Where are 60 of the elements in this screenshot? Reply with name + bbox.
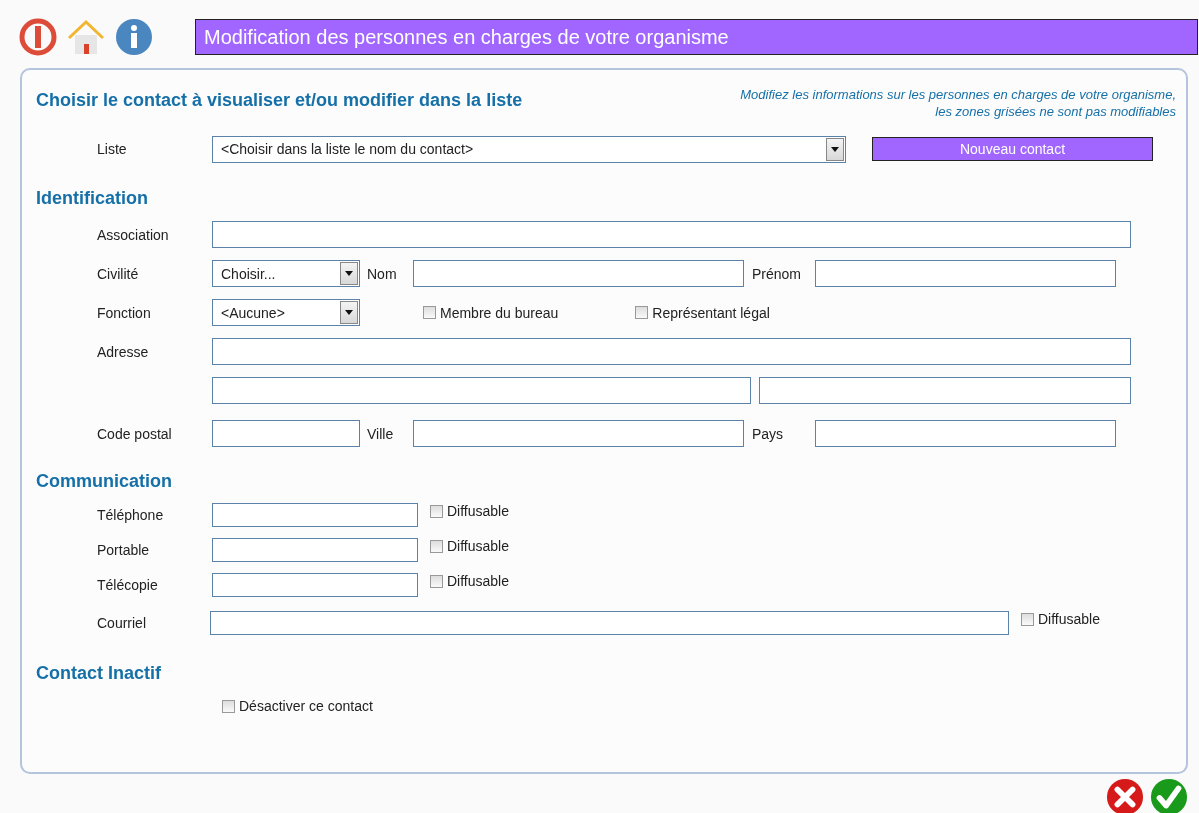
contact-select[interactable]: <Choisir dans la liste le nom du contact> (212, 135, 846, 163)
checkbox[interactable] (430, 574, 443, 588)
field-label: Téléphone (97, 507, 165, 523)
field-label: Adresse (97, 343, 150, 360)
info-icon[interactable] (114, 17, 154, 57)
dropdown-caret-icon (340, 301, 358, 324)
field-label: Code postal (97, 425, 173, 442)
page-title: Modification des personnes en charges de votre organisme (195, 19, 1198, 55)
input-field[interactable] (212, 538, 418, 562)
checkbox-label: Représentant légal (652, 304, 770, 321)
confirm-icon[interactable] (1150, 778, 1188, 813)
checkbox[interactable] (222, 699, 235, 713)
checkbox-label: Désactiver ce contact (239, 698, 373, 714)
field-label: Nom (366, 265, 398, 282)
function-select[interactable]: <Aucune> (212, 299, 360, 326)
checkbox-label: Diffusable (447, 503, 509, 519)
checkbox-label: Diffusable (447, 538, 509, 554)
checkbox[interactable] (635, 306, 649, 319)
checkbox[interactable] (1021, 612, 1034, 626)
field-label: Portable (97, 542, 151, 558)
input-field[interactable] (212, 573, 418, 597)
checkbox[interactable] (423, 306, 436, 319)
section-heading: Contact Inactif (36, 663, 162, 684)
field-label: Ville (366, 425, 395, 442)
checkbox-label: Diffusable (447, 573, 509, 589)
dropdown-caret-icon (826, 137, 844, 161)
checkbox[interactable] (430, 539, 443, 553)
input-field[interactable] (210, 611, 1009, 635)
civility-select[interactable]: Choisir... (212, 260, 360, 287)
section-heading: Choisir le contact à visualiser et/ou modifier dans la liste (36, 89, 523, 112)
cancel-icon[interactable] (1106, 778, 1144, 813)
checkbox-label: Membre du bureau (440, 304, 559, 321)
hint-text: Modifiez les informations sur les personnes en charges de votre organisme, (740, 86, 1176, 103)
field-label: Prénom (751, 265, 803, 282)
input-field[interactable] (212, 420, 360, 447)
input-field[interactable] (815, 420, 1116, 447)
field-label: Civilité (97, 265, 140, 282)
hint-text: les zones grisées ne sont pas modifiables (934, 103, 1176, 120)
section-heading: Identification (36, 188, 149, 209)
field-label: Courriel (97, 615, 147, 631)
input-field[interactable] (212, 377, 751, 404)
home-icon[interactable] (66, 17, 106, 57)
input-field[interactable] (413, 260, 744, 287)
dropdown-caret-icon (340, 262, 358, 285)
section-heading: Communication (36, 471, 173, 492)
input-field[interactable] (212, 221, 1131, 248)
power-icon[interactable] (18, 17, 58, 57)
input-field[interactable] (212, 503, 418, 527)
input-field[interactable] (759, 377, 1131, 404)
field-label: Pays (751, 425, 785, 442)
field-label: Télécopie (97, 577, 159, 593)
field-label: Fonction (97, 304, 152, 321)
input-field[interactable] (212, 338, 1131, 365)
new-contact-button[interactable]: Nouveau contact (872, 137, 1153, 161)
checkbox[interactable] (430, 504, 443, 518)
checkbox-label: Diffusable (1038, 611, 1100, 627)
field-label: Liste (97, 141, 128, 157)
field-label: Association (97, 226, 170, 243)
input-field[interactable] (413, 420, 744, 447)
input-field[interactable] (815, 260, 1116, 287)
